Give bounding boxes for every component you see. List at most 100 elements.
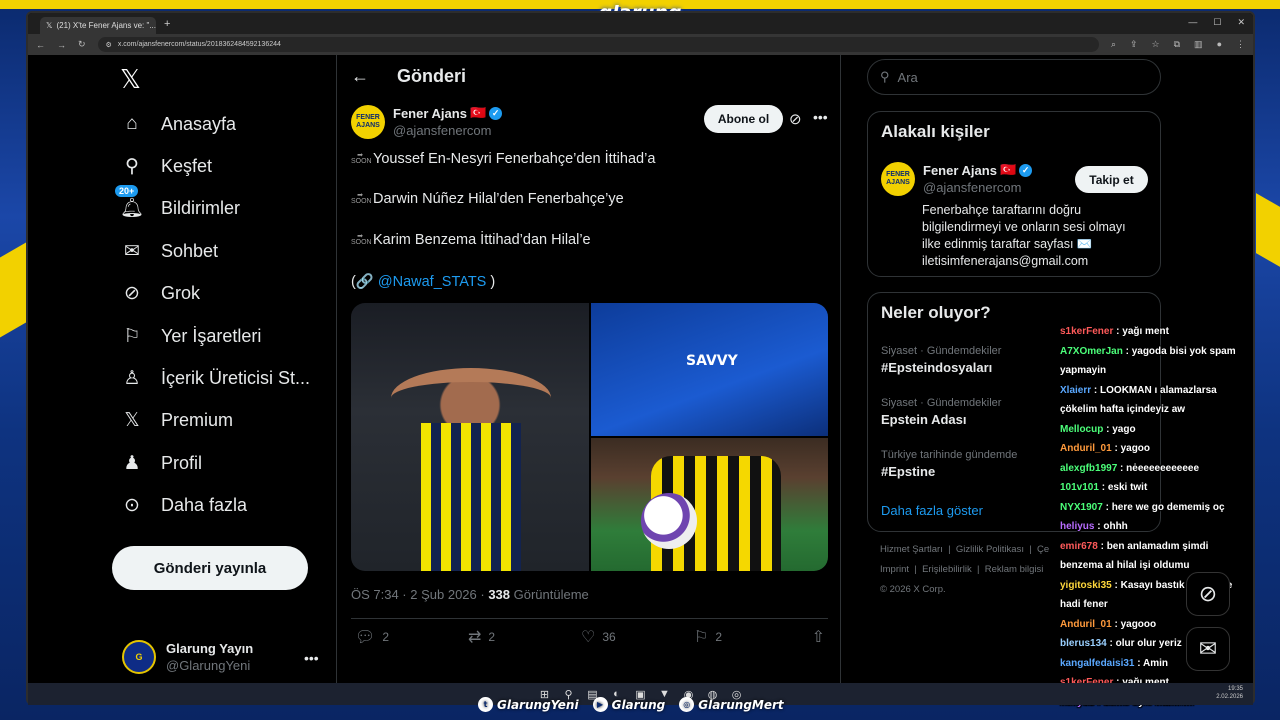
bookmark-icon: ⚐: [123, 325, 141, 347]
menu-icon[interactable]: ⋮: [1236, 39, 1245, 50]
social-twitter: t GlarungYeni: [478, 697, 579, 712]
page-title: Gönderi: [397, 65, 467, 86]
nav-home[interactable]: ⌂ Anasayfa: [121, 113, 236, 135]
url-text: x.com/ajansfenercom/status/2018362484592…: [117, 41, 281, 48]
forward-icon[interactable]: →: [57, 40, 66, 50]
nav-grok[interactable]: ⊘ Grok: [121, 282, 200, 304]
mention-link[interactable]: @Nawaf_STATS: [378, 274, 486, 290]
account-switcher[interactable]: G Glarung Yayın @GlarungYeni •••: [122, 640, 319, 674]
follow-button[interactable]: Takip et: [1075, 166, 1148, 193]
post-author[interactable]: FENER AJANS Fener Ajans 🇹🇷 ✓ @ajansfener…: [351, 105, 503, 139]
media-image-2[interactable]: SAVVY: [591, 303, 828, 436]
section-title: Alakalı kişiler: [881, 122, 990, 141]
trend-item[interactable]: Siyaset · Gündemdekiler Epstein Adası: [881, 397, 1001, 427]
chat-username: alexgfb1997: [1060, 462, 1118, 474]
chat-username: Anduril_01: [1060, 618, 1112, 630]
nav-messages[interactable]: ✉ Sohbet: [121, 240, 218, 262]
notification-badge: 20+: [115, 185, 139, 197]
search-input[interactable]: ⚲ Ara: [867, 59, 1161, 95]
new-tab-icon[interactable]: +: [164, 18, 170, 30]
more-dots-icon[interactable]: •••: [304, 650, 319, 666]
repost-button[interactable]: ⇄ 2: [468, 627, 581, 647]
more-options-icon[interactable]: •••: [813, 109, 828, 125]
chat-username: Mellocup: [1060, 423, 1104, 435]
chat-text: : eski twit: [1101, 482, 1148, 493]
chat-text: : olur olur yeriz: [1109, 638, 1182, 649]
heart-icon: ♡: [581, 629, 596, 646]
system-tray: 19:35 2.02.2026: [1216, 685, 1243, 701]
maximize-icon[interactable]: ☐: [1213, 17, 1221, 28]
minimize-icon[interactable]: —: [1188, 17, 1197, 28]
ball: [641, 493, 697, 549]
nav-label: İçerik Üreticisi St...: [161, 367, 311, 388]
close-window-icon[interactable]: ✕: [1237, 17, 1245, 28]
trend-item[interactable]: Türkiye tarihinde gündemde #Epstine: [881, 449, 1017, 479]
media-image-3[interactable]: [591, 438, 828, 571]
footer-link[interactable]: Hizmet Şartları: [880, 544, 943, 555]
like-button[interactable]: ♡ 36: [581, 627, 694, 647]
back-icon[interactable]: ←: [36, 40, 45, 50]
mail-icon: ✉: [124, 240, 140, 262]
browser-tab[interactable]: 𝕏 (21) X'te Fener Ajans ve: "... ✕: [40, 16, 156, 34]
back-arrow-icon[interactable]: ←: [351, 66, 369, 87]
social-name: GlarungMert: [698, 697, 784, 712]
left-nav: 𝕏 ⌂ Anasayfa ⚲ Keşfet 🔔︎ 20+ Bildirimler …: [28, 55, 336, 703]
nav-notifications[interactable]: 🔔︎ 20+ Bildirimler: [115, 185, 240, 219]
subscribe-button[interactable]: Abone ol: [704, 105, 783, 133]
twitter-icon: t: [478, 697, 493, 712]
nav-profile[interactable]: ♟ Profil: [121, 452, 202, 474]
footer-link[interactable]: Çe: [1037, 544, 1049, 555]
post-time[interactable]: ÖS 7:34 · 2 Şub 2026 ·: [351, 587, 488, 602]
grok-icon[interactable]: ⊘: [789, 110, 802, 128]
x-logo-icon[interactable]: 𝕏: [120, 65, 141, 95]
nav-more[interactable]: ⊙ Daha fazla: [121, 494, 247, 516]
url-field[interactable]: ⚙ x.com/ajansfenercom/status/20183624845…: [97, 37, 1099, 52]
relevant-account[interactable]: FENER AJANS Fener Ajans 🇹🇷 ✓ @ajansfener…: [881, 162, 1033, 196]
site-info-icon[interactable]: ⚙: [106, 41, 112, 49]
share-icon[interactable]: ⇪: [1130, 39, 1138, 50]
profile-icon[interactable]: ●: [1217, 39, 1222, 50]
nav-explore[interactable]: ⚲ Keşfet: [121, 155, 212, 177]
reply-button[interactable]: 💬︎ 2: [355, 627, 468, 647]
sidebar-icon[interactable]: ▥: [1194, 39, 1203, 50]
media-image-1[interactable]: [351, 303, 589, 571]
chat-username: emir678: [1060, 540, 1098, 552]
grok-icon: ⊘: [124, 282, 140, 304]
social-handles: t GlarungYeni ▶ Glarung ◎ GlarungMert: [478, 697, 784, 712]
show-more-link[interactable]: Daha fazla göster: [881, 503, 983, 518]
nav-premium[interactable]: 𝕏 Premium: [121, 409, 233, 431]
post-button[interactable]: Gönderi yayınla: [112, 546, 308, 590]
verified-icon: ✓: [489, 106, 503, 120]
bookmark-button[interactable]: ⚐ 2: [694, 627, 807, 647]
soon-arrow-icon: ➡ SOON: [351, 192, 372, 205]
tab-bar: 𝕏 (21) X'te Fener Ajans ve: "... ✕ + — ☐…: [28, 13, 1253, 34]
share-button[interactable]: ⇧: [812, 627, 825, 647]
author-avatar[interactable]: FENER AJANS: [351, 105, 385, 139]
chat-message: Mellocup : yago: [1060, 420, 1250, 440]
home-icon: ⌂: [126, 113, 138, 134]
extensions-icon[interactable]: ⧉: [1174, 39, 1180, 50]
nav-creator-studio[interactable]: ♙ İçerik Üreticisi St...: [121, 367, 310, 389]
footer-link[interactable]: Imprint: [880, 564, 909, 575]
post-line: ➡ SOON Darwin Núñez Hilal’den Fenerbahçe’…: [351, 191, 624, 207]
avatar: G: [122, 640, 156, 674]
nav-label: Yer İşaretleri: [161, 325, 262, 346]
main-column: ← Gönderi FENER AJANS Fener Ajans 🇹🇷 ✓ @…: [336, 55, 841, 703]
footer-link[interactable]: Reklam bilgisi: [985, 564, 1044, 575]
account-name-row: Fener Ajans 🇹🇷 ✓: [923, 162, 1033, 178]
instagram-icon: ◎: [679, 697, 695, 712]
trend-item[interactable]: Siyaset · Gündemdekiler #Epsteindosyalar…: [881, 345, 1001, 375]
zoom-icon[interactable]: ⌕: [1111, 39, 1116, 50]
star-icon[interactable]: ☆: [1152, 39, 1160, 50]
account-handle: @ajansfenercom: [923, 180, 1022, 195]
grok-fab-icon[interactable]: ⊘: [1186, 572, 1230, 616]
messages-fab-icon[interactable]: ✉: [1186, 627, 1230, 671]
nav-bookmarks[interactable]: ⚐ Yer İşaretleri: [121, 325, 261, 347]
social-instagram: ◎ GlarungMert: [679, 697, 784, 712]
footer-link[interactable]: Gizlilik Politikası: [956, 544, 1024, 555]
social-name: Glarung: [611, 697, 666, 712]
reload-icon[interactable]: ↻: [78, 39, 86, 50]
post-line: ➡ SOON Youssef En-Nesyri Fenerbahçe’den İ…: [351, 151, 656, 167]
footer-link[interactable]: Erişilebilirlik: [922, 564, 972, 575]
chat-text: : nėeeeeeeeeeee: [1120, 462, 1200, 474]
